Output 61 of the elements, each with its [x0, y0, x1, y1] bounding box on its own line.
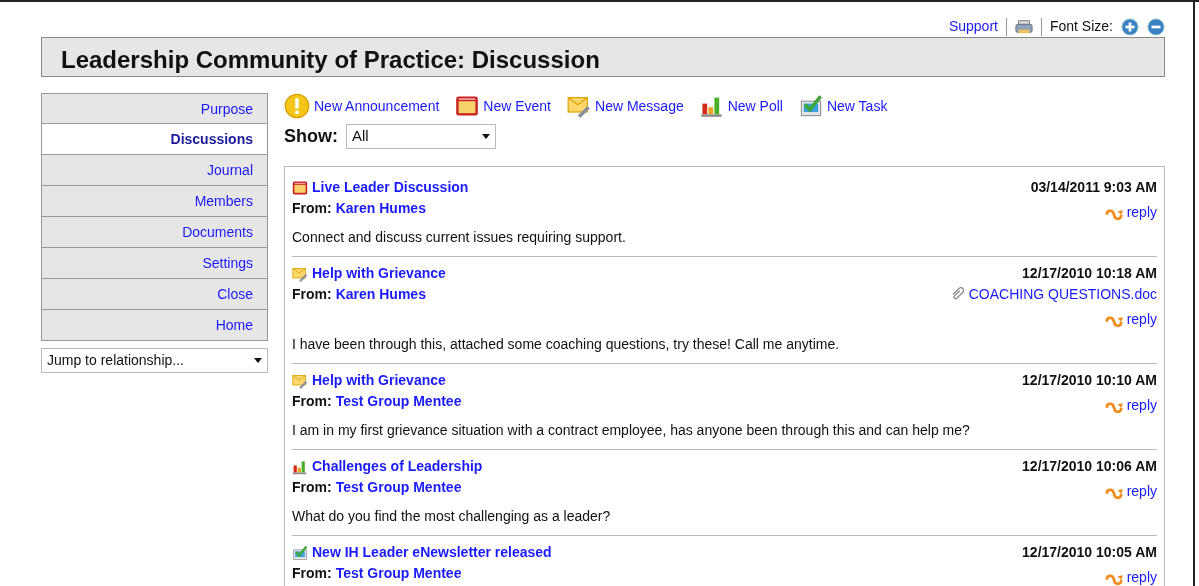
- from-label: From:: [292, 199, 332, 218]
- bar-chart-icon: [292, 458, 308, 475]
- author-link[interactable]: Karen Humes: [335, 198, 426, 219]
- post-body: Connect and discuss current issues requiring support.: [292, 228, 627, 247]
- reply-link[interactable]: reply: [1126, 567, 1157, 586]
- page-title: Leadership Community of Practice: Discussion: [61, 46, 600, 73]
- sidebar-item[interactable]: Purpose: [41, 93, 268, 124]
- sidebar-item[interactable]: Home: [41, 310, 268, 341]
- post-date: 12/17/2010 10:05 AM: [1022, 543, 1157, 562]
- post-date: 03/14/2011 9:03 AM: [1030, 178, 1157, 197]
- post-date: 12/17/2010 10:18 AM: [1022, 264, 1157, 283]
- toolbar-link[interactable]: New Event: [483, 95, 551, 117]
- post-title-link[interactable]: Help with Grievance: [312, 370, 446, 391]
- sidebar-item[interactable]: Members: [41, 186, 268, 217]
- increase-font-icon[interactable]: [1121, 17, 1139, 36]
- sidebar-item[interactable]: Close: [41, 279, 268, 310]
- envelope-pen-icon: [292, 372, 308, 389]
- sidebar-item[interactable]: Settings: [41, 248, 268, 279]
- author-link[interactable]: Test Group Mentee: [335, 477, 462, 498]
- show-label: Show:: [284, 125, 338, 148]
- from-label: From:: [292, 392, 332, 411]
- post-title-link[interactable]: Challenges of Leadership: [312, 456, 483, 477]
- toolbar-link[interactable]: New Announcement: [314, 95, 440, 117]
- post-title-link[interactable]: Help with Grievance: [312, 263, 446, 284]
- post-body: I am in my first grievance situation with a contract employee, has anyone been through this and can help me?: [292, 421, 971, 440]
- from-label: From:: [292, 285, 332, 304]
- attachment-link[interactable]: COACHING QUESTIONS.doc: [968, 284, 1157, 305]
- sidebar-item[interactable]: Journal: [41, 155, 268, 186]
- calendar-icon: [455, 94, 480, 118]
- filter-dropdown[interactable]: All: [346, 124, 496, 149]
- toolbar-link[interactable]: New Message: [595, 95, 684, 117]
- decrease-font-icon[interactable]: [1147, 17, 1165, 36]
- from-label: From:: [292, 478, 332, 497]
- relationship-dropdown[interactable]: Jump to relationship...: [41, 348, 268, 373]
- post-body: I have been through this, attached some coaching questions, try these! Call me anytime.: [292, 335, 841, 354]
- post-body: What do you find the most challenging as a leader?: [292, 507, 612, 526]
- exclamation-icon: [284, 93, 310, 119]
- sidebar-item[interactable]: Documents: [41, 217, 268, 248]
- author-link[interactable]: Test Group Mentee: [335, 391, 462, 412]
- post-date: 12/17/2010 10:10 AM: [1022, 371, 1157, 390]
- checkmark-board-icon: [798, 94, 823, 118]
- sidebar-item[interactable]: Discussions: [41, 124, 268, 155]
- toolbar-link[interactable]: New Task: [826, 95, 888, 117]
- reply-link[interactable]: reply: [1126, 202, 1157, 223]
- from-label: From:: [292, 564, 332, 583]
- font-size-label: Font Size:: [1049, 17, 1113, 36]
- reply-link[interactable]: reply: [1126, 395, 1157, 416]
- toolbar-link[interactable]: New Poll: [727, 95, 783, 117]
- post-title-link[interactable]: Live Leader Discussion: [312, 177, 469, 198]
- reply-link[interactable]: reply: [1126, 481, 1157, 502]
- post-title-link[interactable]: New IH Leader eNewsletter released: [312, 542, 552, 563]
- author-link[interactable]: Karen Humes: [335, 284, 426, 305]
- checkmark-board-icon: [292, 544, 308, 561]
- calendar-icon: [292, 179, 308, 196]
- post-date: 12/17/2010 10:06 AM: [1022, 457, 1157, 476]
- support-link[interactable]: Support: [948, 16, 998, 37]
- envelope-pen-icon: [292, 265, 308, 282]
- envelope-pen-icon: [567, 94, 591, 118]
- printer-icon: [1014, 17, 1033, 36]
- author-link[interactable]: Test Group Mentee: [335, 563, 462, 584]
- reply-link[interactable]: reply: [1126, 309, 1157, 330]
